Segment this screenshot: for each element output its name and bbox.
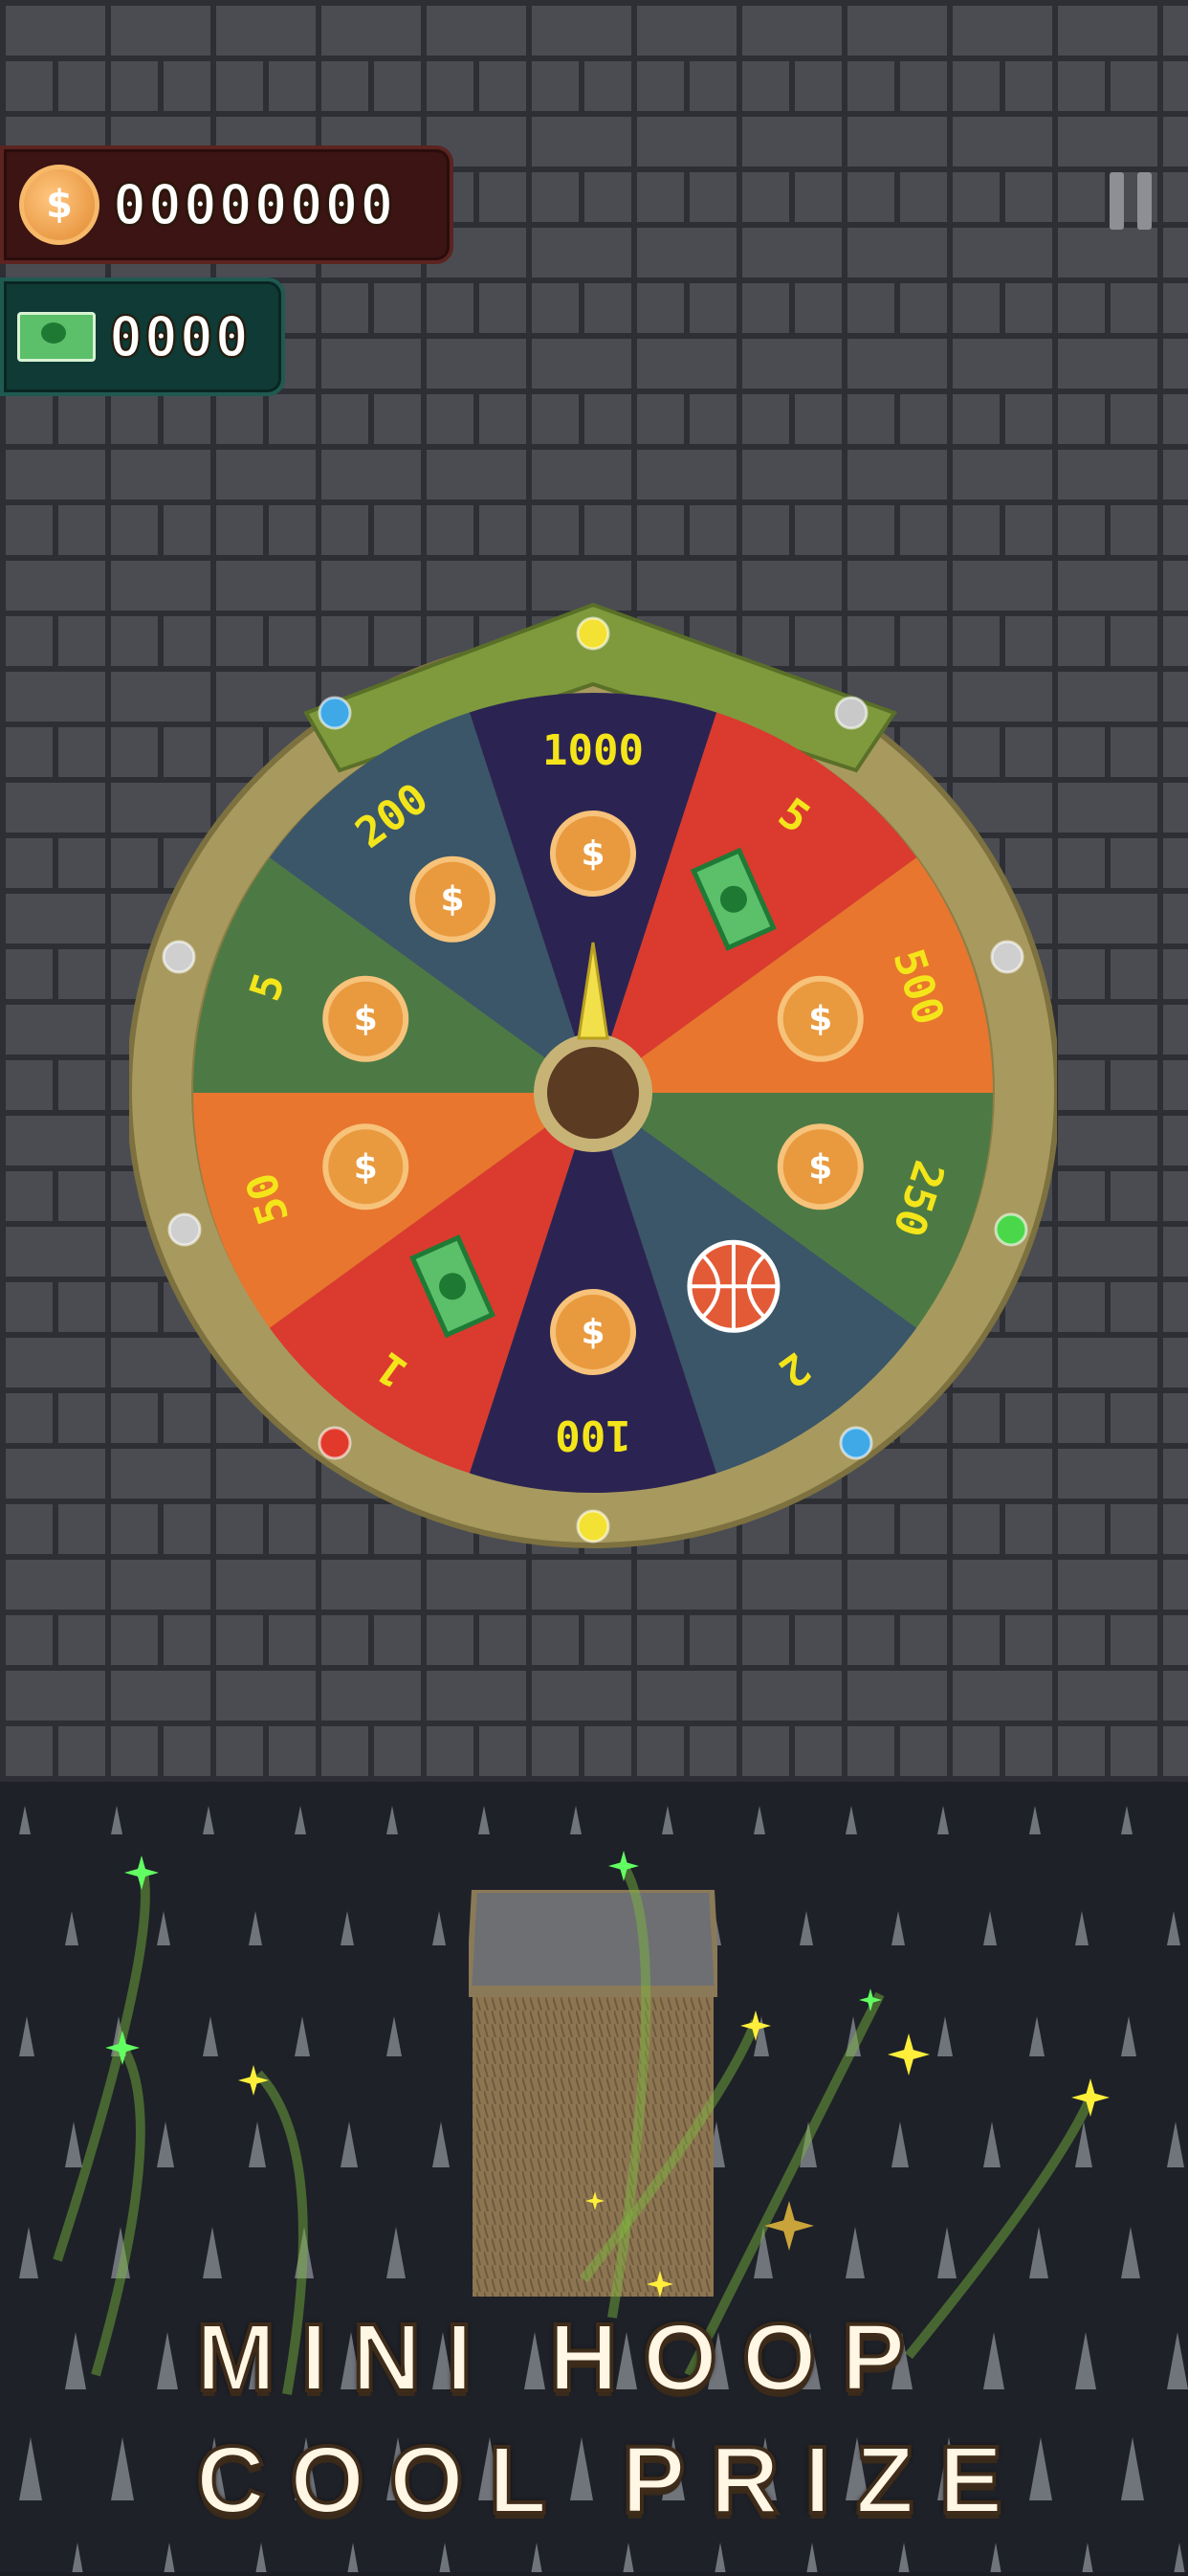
rim-light-bulb	[318, 1426, 352, 1460]
rim-light-bulb	[834, 696, 869, 730]
prize-wheel[interactable]: 1000 5 500 250 2 100 1 50 5 200 $ $ $ $ $ $ $	[126, 602, 1060, 1550]
coin-prize-symbol: $	[808, 1147, 832, 1187]
rim-light-bulb	[994, 1212, 1028, 1247]
wheel-segment-label: 100	[555, 1410, 630, 1459]
title-line-2: COOL PRIZE	[194, 2425, 1028, 2536]
rim-light-bulb	[167, 1212, 202, 1247]
coin-balance-panel: $ 00000000	[0, 145, 453, 264]
coin-prize-symbol: $	[441, 880, 465, 920]
coin-prize-symbol: $	[808, 1000, 832, 1039]
cash-balance-value: 0000	[108, 303, 251, 370]
cash-balance-panel: 0000	[0, 278, 285, 396]
pause-icon	[1110, 172, 1124, 230]
basketball-prize-icon	[687, 1239, 781, 1333]
rim-light-bulb	[576, 1509, 610, 1543]
coin-balance-value: 00000000	[112, 171, 396, 238]
promo-title: MINI HOOP COOL PRIZE	[194, 2297, 1153, 2542]
coin-icon: $	[19, 165, 99, 245]
wheel-hub	[547, 1047, 639, 1139]
prize-box	[465, 1887, 721, 2297]
pause-button[interactable]	[1110, 172, 1152, 230]
rim-light-bulb	[576, 616, 610, 651]
coin-prize-symbol: $	[581, 1313, 605, 1352]
rim-light-bulb	[839, 1426, 873, 1460]
cash-icon	[17, 312, 96, 362]
rim-light-bulb	[990, 940, 1024, 974]
prize-box-graphic	[465, 1887, 721, 2297]
rim-light-bulb	[318, 696, 352, 730]
coin-prize-symbol: $	[354, 1000, 378, 1039]
coin-prize-symbol: $	[354, 1147, 378, 1187]
prize-wheel-graphic: 1000550025021001505200 $$$$$$$	[126, 602, 1060, 1548]
wheel-segment-label: 1000	[542, 726, 644, 775]
coin-prize-symbol: $	[581, 834, 605, 874]
rim-light-bulb	[162, 940, 196, 974]
title-line-1: MINI HOOP	[194, 2302, 931, 2413]
